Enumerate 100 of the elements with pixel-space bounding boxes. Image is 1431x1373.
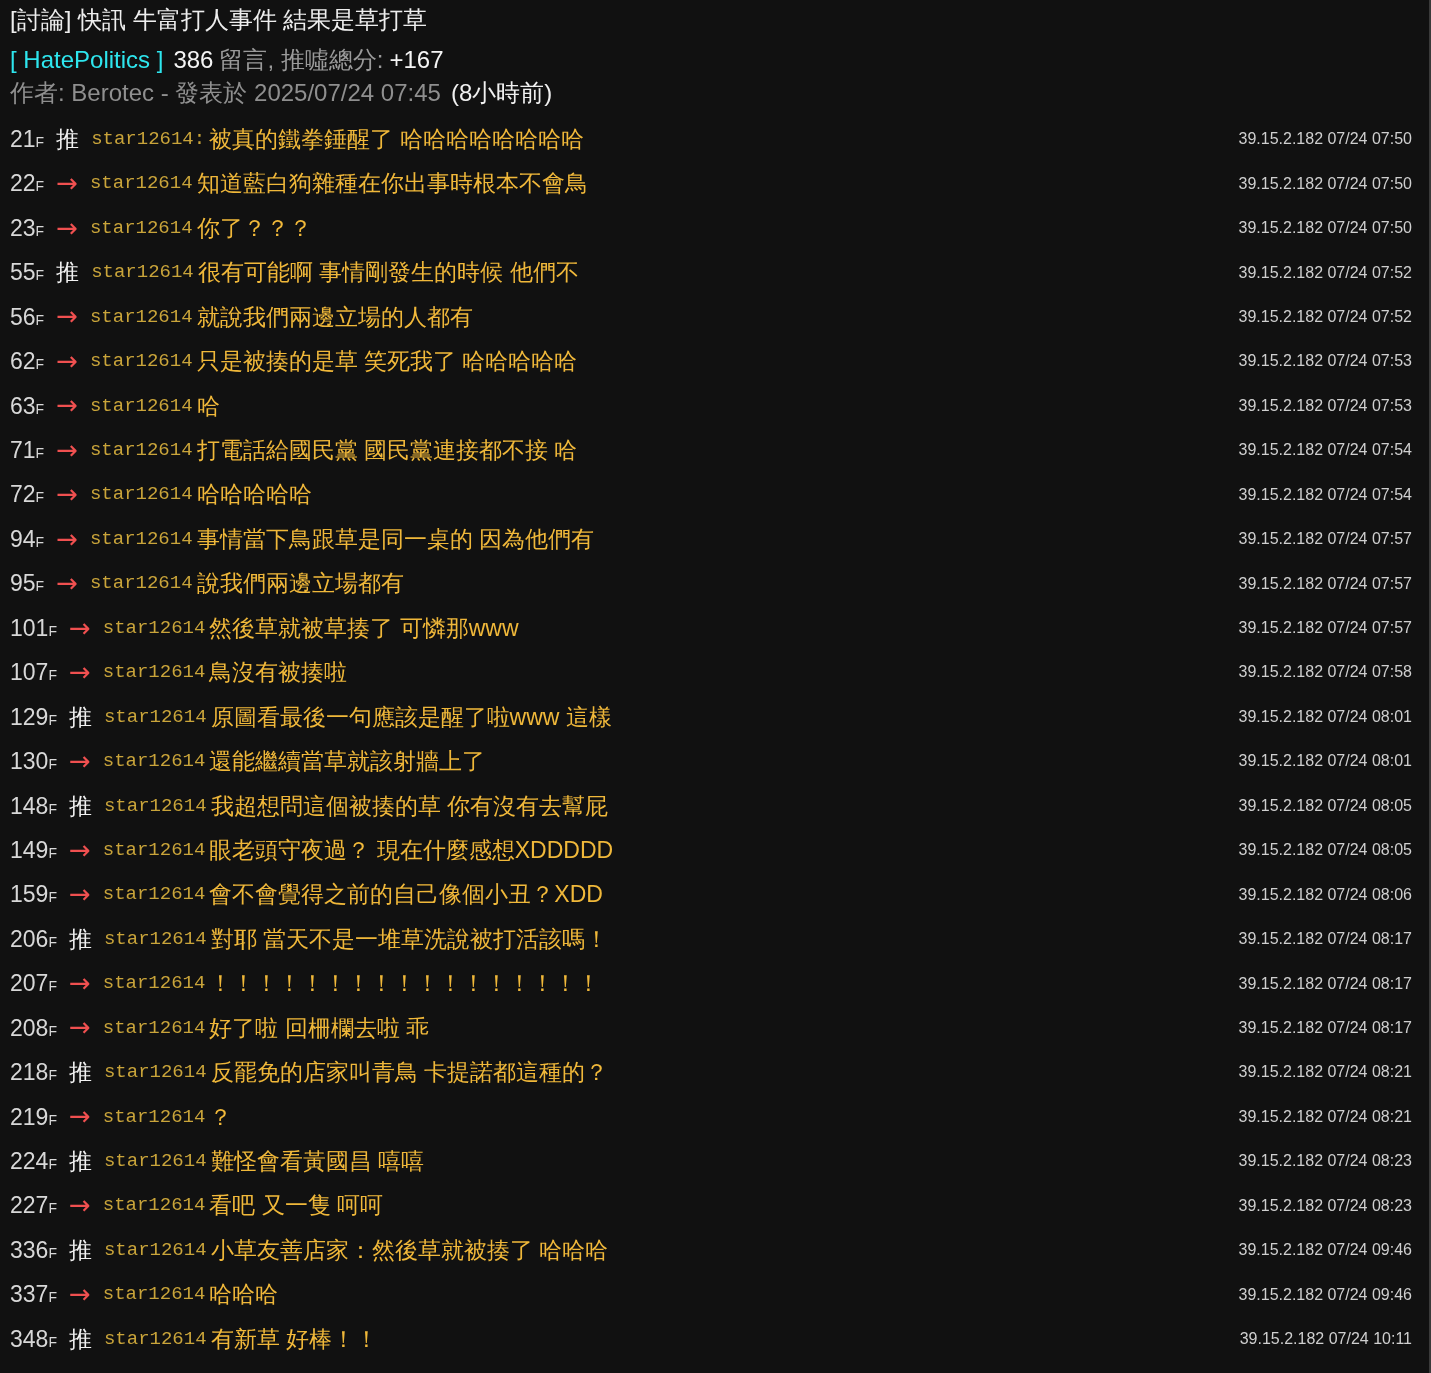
arrow-tag: → [56, 208, 78, 248]
username[interactable]: star12614 [89, 524, 193, 554]
username[interactable]: star12614 [89, 436, 193, 465]
arrow-tag: → [68, 830, 91, 870]
username[interactable]: star12614 [102, 1102, 206, 1132]
username[interactable]: star12614 [102, 747, 206, 776]
comment-text: 事情當下鳥跟草是同一桌的 因為他們有 [196, 524, 594, 554]
ip-timestamp: 39.15.2.182 07/24 07:52 [1238, 306, 1412, 327]
author-byline: 作者: Berotec - 發表於 2025/07/24 07:45 [10, 78, 441, 108]
ip-timestamp: 39.15.2.182 07/24 07:57 [1238, 618, 1412, 639]
floor-number: 63F [10, 391, 45, 421]
ip-timestamp: 39.15.2.182 07/24 07:57 [1238, 573, 1412, 594]
arrow-tag: → [56, 386, 78, 426]
floor-number: 56F [10, 302, 45, 332]
ip-timestamp: 39.15.2.182 07/24 09:46 [1238, 1240, 1412, 1261]
arrow-tag: → [68, 652, 91, 692]
comment-text: ！！！！！！！！！！！！！！！！！ [209, 969, 601, 999]
comment-text: 難怪會看黃國昌 嘻嘻 [210, 1147, 424, 1177]
board-name[interactable]: [ HatePolitics ] [10, 43, 164, 77]
username[interactable]: star12614 [89, 391, 193, 421]
username[interactable]: star12614 [103, 702, 207, 732]
floor-number: 22F [10, 169, 45, 199]
comment-text: 打電話給國民黨 國民黨連接都不接 哈 [196, 436, 578, 466]
ip-timestamp: 39.15.2.182 07/24 10:11 [1239, 1329, 1412, 1350]
floor-number: 207F [10, 969, 57, 999]
username[interactable]: star12614 [102, 658, 206, 687]
ip-timestamp: 39.15.2.182 07/24 08:23 [1238, 1195, 1412, 1216]
username[interactable]: star12614 [89, 213, 193, 243]
comment-text: 會不會覺得之前的自己像個小丑？XDD [209, 880, 603, 910]
ip-timestamp: 39.15.2.182 07/24 08:17 [1238, 929, 1412, 950]
push-tag: 推 [68, 1055, 92, 1090]
ip-timestamp: 39.15.2.182 07/24 08:21 [1238, 1062, 1412, 1083]
time-ago: (8小時前) [450, 78, 553, 108]
username[interactable]: star12614 [89, 169, 193, 198]
username[interactable]: star12614 [102, 969, 206, 998]
username[interactable]: star12614 [103, 1147, 207, 1176]
floor-number: 148F [10, 791, 57, 821]
push-tag: 推 [68, 699, 92, 735]
floor-number: 95F [10, 569, 45, 599]
comment-text: 好了啦 回柵欄去啦 乖 [209, 1013, 430, 1043]
username[interactable]: star12614 [89, 302, 193, 332]
floor-number: 224F [10, 1147, 57, 1177]
push-tag: 推 [68, 1232, 92, 1268]
floor-number: 218F [10, 1058, 57, 1088]
username[interactable]: star12614 [103, 1235, 207, 1265]
floor-number: 107F [10, 658, 57, 688]
post-title: [討論] 快訊 牛富打人事件 結果是草打草 [10, 5, 429, 35]
push-tag: 推 [68, 1321, 92, 1357]
username[interactable]: star12614: [91, 124, 206, 154]
score: +167 [389, 45, 444, 75]
push-tag: 推 [56, 255, 80, 290]
floor-number: 62F [10, 347, 45, 377]
username[interactable]: star12614 [103, 924, 207, 954]
comment-text: 然後草就被草揍了 可憐那www [209, 613, 519, 643]
floor-number: 159F [10, 880, 57, 910]
floor-number: 130F [10, 747, 57, 777]
comment-text: 說我們兩邊立場都有 [196, 569, 404, 599]
comment-text: 看吧 又一隻 呵呵 [209, 1191, 384, 1221]
username[interactable]: star12614 [102, 1191, 206, 1220]
floor-number: 71F [10, 436, 45, 466]
arrow-tag: → [56, 430, 78, 470]
username[interactable]: star12614 [102, 1013, 206, 1043]
ip-timestamp: 39.15.2.182 07/24 07:50 [1238, 129, 1412, 150]
comment-text: 眼老頭守夜過？ 現在什麼感想XDDDDD [209, 835, 614, 865]
username[interactable]: star12614 [91, 258, 194, 287]
comment-text: 你了？？？ [196, 213, 312, 243]
floor-number: 149F [10, 835, 57, 865]
comment-text: 哈哈哈哈哈 [196, 480, 312, 510]
arrow-tag: → [56, 297, 78, 337]
ip-timestamp: 39.15.2.182 07/24 07:50 [1238, 173, 1412, 194]
comment-count: 386 [173, 45, 214, 75]
username[interactable]: star12614 [103, 791, 207, 821]
username[interactable]: star12614 [102, 613, 206, 643]
comment-text: 被真的鐵拳錘醒了 哈哈哈哈哈哈哈哈 [209, 124, 584, 154]
ip-timestamp: 39.15.2.182 07/24 08:17 [1238, 1017, 1412, 1038]
username[interactable]: star12614 [102, 1280, 206, 1309]
arrow-tag: → [56, 564, 78, 604]
arrow-tag: → [68, 875, 91, 915]
username[interactable]: star12614 [103, 1058, 207, 1087]
ip-timestamp: 39.15.2.182 07/24 08:05 [1238, 840, 1412, 861]
ip-timestamp: 39.15.2.182 07/24 08:17 [1238, 973, 1412, 994]
floor-number: 23F [10, 213, 45, 243]
username[interactable]: star12614 [89, 480, 193, 509]
comment-text: 有新草 好棒！！ [210, 1324, 378, 1354]
username[interactable]: star12614 [102, 835, 206, 865]
ip-timestamp: 39.15.2.182 07/24 07:53 [1238, 351, 1412, 372]
comment-text: 反罷免的店家叫青鳥 卡提諾都這種的？ [210, 1058, 608, 1088]
push-tag: 推 [68, 788, 92, 824]
floor-number: 219F [10, 1102, 57, 1132]
arrow-tag: → [56, 475, 78, 515]
arrow-tag: → [56, 164, 78, 204]
floor-number: 337F [10, 1280, 57, 1310]
username[interactable]: star12614 [102, 880, 206, 909]
floor-number: 94F [10, 524, 45, 554]
username[interactable]: star12614 [89, 347, 193, 376]
count-label: 留言, 推噓總分: [219, 45, 384, 75]
comment-text: 鳥沒有被揍啦 [209, 658, 348, 688]
floor-number: 21F [10, 124, 45, 154]
username[interactable]: star12614 [89, 569, 193, 598]
username[interactable]: star12614 [103, 1324, 207, 1354]
